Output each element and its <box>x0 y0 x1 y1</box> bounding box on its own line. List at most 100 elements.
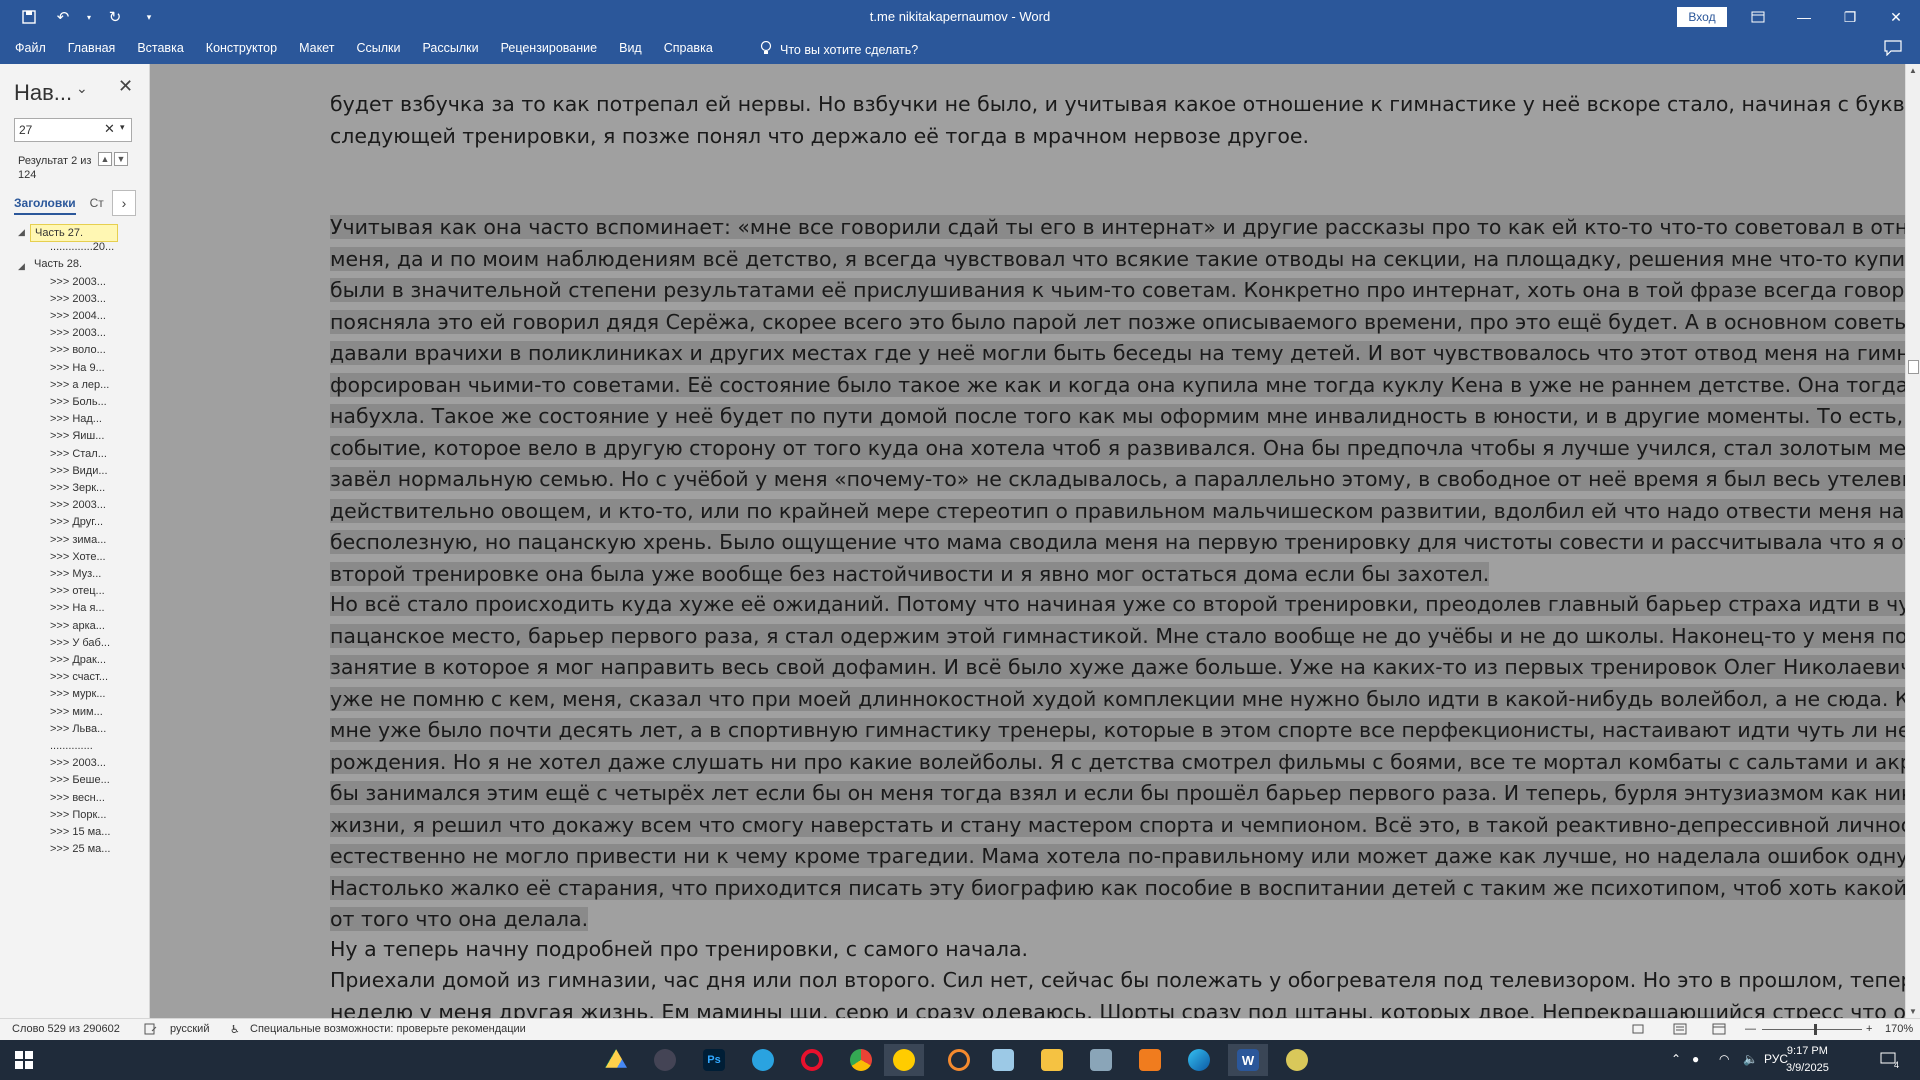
nav-heading-item[interactable]: >>> арка... <box>50 620 105 632</box>
paragraph-selected[interactable]: Учитывая как она часто вспоминает: «мне … <box>330 212 1905 590</box>
telegram-icon[interactable] <box>743 1044 783 1076</box>
media-player-icon[interactable] <box>1130 1044 1170 1076</box>
nav-heading-item[interactable]: >>> Беше... <box>50 774 110 786</box>
nav-heading-item[interactable]: >>> На 9... <box>50 362 105 374</box>
nav-heading-item[interactable]: >>> 15 ма... <box>50 826 110 838</box>
nav-heading-item[interactable]: >>> Друг... <box>50 516 103 528</box>
document-area[interactable]: будет взбучка за то как потрепал ей нерв… <box>150 64 1905 1018</box>
nav-heading-item[interactable]: >>> 2003... <box>50 499 106 511</box>
tab-8[interactable]: Вид <box>619 41 642 55</box>
minimize-button[interactable]: — <box>1781 0 1827 34</box>
nav-heading-item[interactable]: >>> Порк... <box>50 809 106 821</box>
tab-7[interactable]: Рецензирование <box>501 41 598 55</box>
nav-heading-item[interactable]: >>> Зерк... <box>50 482 105 494</box>
nav-tabs-more-icon[interactable]: › <box>112 190 136 216</box>
nav-heading-item[interactable]: Часть 28. <box>34 258 82 270</box>
nav-options-chevron-icon[interactable]: ⌄ <box>76 80 88 97</box>
scroll-down-icon[interactable]: ▼ <box>1909 1007 1917 1016</box>
web-layout-icon[interactable] <box>1712 1023 1726 1038</box>
zoom-slider[interactable] <box>1762 1029 1862 1030</box>
nav-heading-item[interactable]: >>> 2003... <box>50 276 106 288</box>
tab-3[interactable]: Конструктор <box>206 41 277 55</box>
word-count[interactable]: Слово 529 из 290602 <box>12 1023 120 1035</box>
tab-4[interactable]: Макет <box>299 41 334 55</box>
wifi-icon[interactable]: ◠ <box>1719 1052 1729 1066</box>
nav-heading-item[interactable]: >>> зима... <box>50 534 106 546</box>
restore-button[interactable]: ❐ <box>1827 0 1873 34</box>
tab-5[interactable]: Ссылки <box>356 41 400 55</box>
system-clock[interactable]: 9:17 PM 3/9/2025 <box>1786 1043 1829 1077</box>
clear-search-icon[interactable]: ✕ <box>104 121 115 137</box>
nav-heading-item[interactable]: Часть 27. <box>30 224 118 242</box>
zoom-in-icon[interactable]: + <box>1866 1023 1872 1035</box>
accessibility-status[interactable]: Специальные возможности: проверьте реком… <box>250 1023 526 1035</box>
proofing-icon[interactable] <box>144 1023 157 1038</box>
google-drive-icon[interactable] <box>596 1044 636 1076</box>
selected-text[interactable]: Учитывая как она часто вспоминает: «мне … <box>330 215 1905 586</box>
collapse-triangle-icon[interactable]: ◢ <box>18 261 25 272</box>
file-explorer-icon[interactable] <box>1032 1044 1072 1076</box>
tab-6[interactable]: Рассылки <box>422 41 478 55</box>
nav-heading-item[interactable]: >>> Боль... <box>50 396 107 408</box>
previous-result-icon[interactable]: ▲ <box>98 152 112 166</box>
nav-heading-item[interactable]: >>> Яиш... <box>50 430 104 442</box>
tray-app-icon[interactable]: ● <box>1692 1052 1699 1066</box>
nav-heading-item[interactable]: >>> Хоте... <box>50 551 106 563</box>
nav-heading-item[interactable]: >>> Стал... <box>50 448 107 460</box>
paragraph[interactable]: Приехали домой из гимназии, час дня или … <box>330 965 1905 1018</box>
vertical-scrollbar[interactable]: ▲ ▼ <box>1905 64 1920 1018</box>
app-icon[interactable] <box>983 1044 1023 1076</box>
scroll-up-icon[interactable]: ▲ <box>1909 66 1917 75</box>
comments-icon[interactable] <box>1884 40 1904 58</box>
nav-heading-item[interactable]: >>> весн... <box>50 792 105 804</box>
nav-heading-item[interactable]: >>> отец... <box>50 585 105 597</box>
nav-heading-item[interactable]: >>> Льва... <box>50 723 106 735</box>
zoom-level[interactable]: 170% <box>1885 1023 1913 1035</box>
signin-button[interactable]: Вход <box>1677 7 1727 27</box>
nav-heading-item[interactable]: >>> мурк... <box>50 688 106 700</box>
nav-heading-item[interactable]: >>> На я... <box>50 602 105 614</box>
yandex-browser-icon[interactable] <box>884 1044 924 1076</box>
selected-text[interactable]: Но всё стало происходить куда хуже её ож… <box>330 592 1905 931</box>
input-language[interactable]: РУС <box>1764 1052 1788 1066</box>
app-icon[interactable] <box>1277 1044 1317 1076</box>
tab-2[interactable]: Вставка <box>137 41 183 55</box>
nav-heading-item[interactable]: >>> мим... <box>50 706 103 718</box>
tab-headings[interactable]: Заголовки <box>14 196 76 215</box>
focus-mode-icon[interactable] <box>1632 1023 1644 1038</box>
nav-heading-item[interactable]: ..............20... <box>50 241 114 253</box>
volume-icon[interactable]: 🔈 <box>1743 1052 1758 1066</box>
document-page[interactable]: будет взбучка за то как потрепал ей нерв… <box>170 64 1905 1018</box>
zoom-out-icon[interactable]: — <box>1745 1023 1756 1035</box>
tell-me-box[interactable]: Что вы хотите сделать? <box>760 40 918 59</box>
collapse-triangle-icon[interactable]: ◢ <box>18 227 25 238</box>
nav-heading-item[interactable]: >>> воло... <box>50 344 106 356</box>
tab-0[interactable]: Файл <box>15 41 46 55</box>
nav-heading-item[interactable]: >>> 2003... <box>50 757 106 769</box>
search-options-chevron-icon[interactable]: ▾ <box>120 122 125 133</box>
nav-heading-item[interactable]: >>> 25 ма... <box>50 843 110 855</box>
windows-start-icon[interactable] <box>4 1044 44 1076</box>
nav-close-icon[interactable]: ✕ <box>118 76 133 97</box>
print-layout-icon[interactable] <box>1673 1023 1687 1038</box>
nav-heading-item[interactable]: >>> Види... <box>50 465 108 477</box>
nav-heading-item[interactable]: >>> а лер... <box>50 379 109 391</box>
tab-pages[interactable]: Ст <box>90 196 104 215</box>
scroll-thumb[interactable] <box>1908 360 1919 374</box>
app-icon[interactable] <box>645 1044 685 1076</box>
ribbon-display-icon[interactable] <box>1735 0 1781 34</box>
paragraph-selected[interactable]: Но всё стало происходить куда хуже её ож… <box>330 589 1905 936</box>
paragraph[interactable]: Ну а теперь начну подробней про трениров… <box>330 934 1905 966</box>
paragraph[interactable]: будет взбучка за то как потрепал ей нерв… <box>330 89 1905 152</box>
nav-heading-item[interactable]: >>> У баб... <box>50 637 110 649</box>
language-status[interactable]: русский <box>170 1023 209 1035</box>
app-icon[interactable] <box>1081 1044 1121 1076</box>
tab-9[interactable]: Справка <box>664 41 713 55</box>
nav-heading-item[interactable]: >>> Над... <box>50 413 102 425</box>
photoshop-icon[interactable]: Ps <box>694 1044 734 1076</box>
nav-heading-item[interactable]: >>> Драк... <box>50 654 106 666</box>
word-icon[interactable]: W <box>1228 1044 1268 1076</box>
nav-heading-item[interactable]: .............. <box>50 740 93 752</box>
chrome-icon[interactable] <box>841 1044 881 1076</box>
zoom-slider-thumb[interactable] <box>1814 1024 1817 1035</box>
